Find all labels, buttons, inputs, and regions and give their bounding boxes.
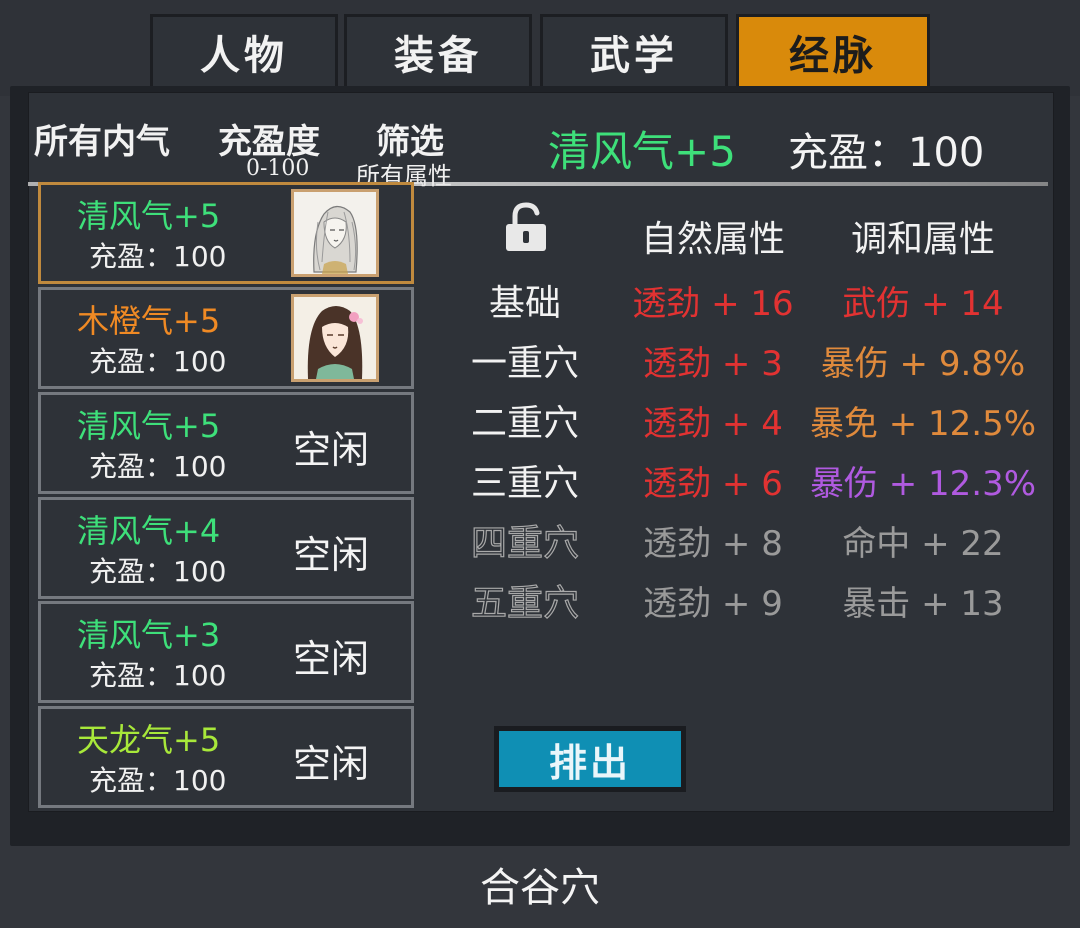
- qi-name: 清风气+5: [77, 197, 221, 235]
- qi-fill: 充盈：100: [89, 450, 227, 483]
- idle-status: 空闲: [293, 637, 370, 681]
- harmony-attr-value: 暴免 + 12.5%: [809, 404, 1037, 444]
- fill-range: 0-100: [246, 156, 310, 181]
- natural-attr-value: 透劲 + 8: [643, 524, 783, 564]
- harmony-attr-value: 武伤 + 14: [842, 284, 1004, 324]
- idle-status: 空闲: [293, 742, 370, 786]
- level-label: 一重穴: [470, 343, 579, 384]
- natural-attr-value: 透劲 + 3: [643, 344, 783, 384]
- harmony-attr-header: 调和属性: [850, 219, 995, 260]
- harmony-attr-value: 暴击 + 13: [842, 584, 1004, 624]
- tab-meridians[interactable]: 经脉: [736, 14, 930, 90]
- qi-name: 清风气+3: [77, 616, 221, 654]
- qi-fill: 充盈：100: [89, 555, 227, 588]
- natural-attr-value: 透劲 + 16: [632, 284, 794, 324]
- natural-attr-value: 透劲 + 6: [643, 464, 783, 504]
- natural-attr-value: 透劲 + 4: [643, 404, 783, 444]
- qi-card[interactable]: 清风气+5 充盈：100: [38, 182, 414, 284]
- level-label: 基础: [488, 283, 561, 324]
- qi-fill: 充盈：100: [89, 240, 227, 273]
- qi-card[interactable]: 清风气+5 充盈：100 空闲: [38, 392, 414, 494]
- qi-name: 清风气+5: [77, 407, 221, 445]
- character-portrait: [291, 189, 379, 277]
- qi-card[interactable]: 木橙气+5 充盈：100: [38, 287, 414, 389]
- idle-status: 空闲: [293, 533, 370, 577]
- character-portrait: [291, 294, 379, 382]
- harmony-attr-value: 命中 + 22: [842, 524, 1004, 564]
- qi-card[interactable]: 清风气+3 充盈：100 空闲: [38, 601, 414, 703]
- selected-qi-fill: 充盈：100: [788, 130, 985, 176]
- level-label: 二重穴: [470, 403, 579, 444]
- level-label: 五重穴: [470, 582, 579, 624]
- selected-qi-name: 清风气+5: [548, 127, 736, 176]
- natural-attr-value: 透劲 + 9: [643, 584, 783, 624]
- level-label: 四重穴: [470, 522, 579, 564]
- eject-button[interactable]: 排出: [494, 726, 686, 792]
- tab-equipment[interactable]: 装备: [344, 14, 532, 90]
- qi-card[interactable]: 清风气+4 充盈：100 空闲: [38, 497, 414, 599]
- natural-attr-header: 自然属性: [640, 219, 785, 260]
- qi-name: 木橙气+5: [77, 302, 221, 340]
- acupoint-name: 合谷穴: [480, 865, 600, 911]
- qi-fill: 充盈：100: [89, 345, 227, 378]
- tab-character[interactable]: 人物: [150, 14, 338, 90]
- harmony-attr-value: 暴伤 + 9.8%: [820, 344, 1026, 384]
- tab-martial-arts[interactable]: 武学: [540, 14, 728, 90]
- all-qi-filter[interactable]: 所有内气: [34, 114, 170, 163]
- level-label: 三重穴: [470, 463, 579, 504]
- idle-status: 空闲: [293, 428, 370, 472]
- harmony-attr-value: 暴伤 + 12.3%: [809, 464, 1037, 504]
- qi-card[interactable]: 天龙气+5 充盈：100 空闲: [38, 706, 414, 808]
- qi-name: 天龙气+5: [77, 721, 221, 759]
- qi-fill: 充盈：100: [89, 659, 227, 692]
- unlock-icon[interactable]: [504, 202, 548, 256]
- qi-fill: 充盈：100: [89, 764, 227, 797]
- qi-name: 清风气+4: [77, 512, 221, 550]
